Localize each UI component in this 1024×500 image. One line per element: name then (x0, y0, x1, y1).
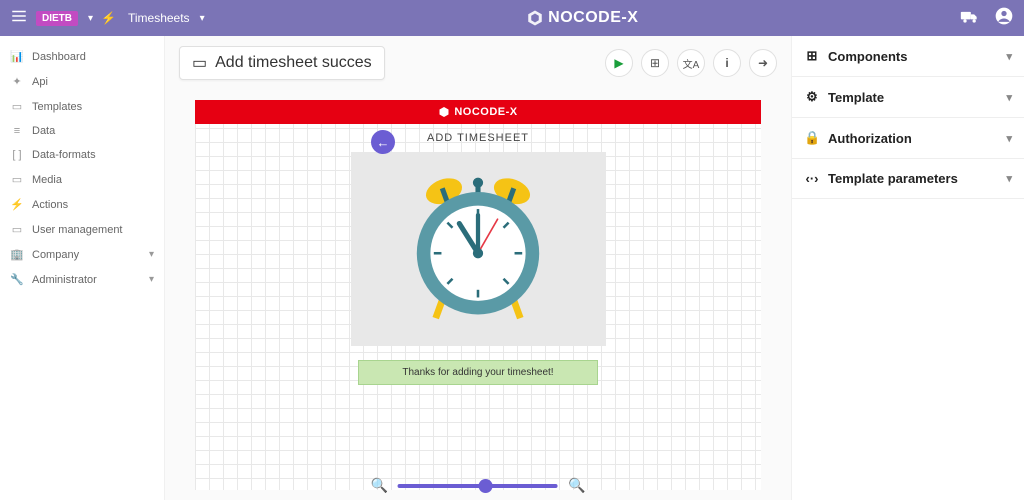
accordion-label: Template (828, 90, 884, 105)
params-icon: ‹·› (804, 171, 820, 186)
canvas-header: NOCODE-X (195, 100, 761, 124)
accordion-components[interactable]: ⊞ Components ▾ (792, 36, 1024, 77)
users-icon: ▭ (10, 223, 24, 236)
canvas-subtitle: ADD TIMESHEET (195, 124, 761, 152)
sidebar-item-user-management[interactable]: ▭ User management (0, 217, 164, 242)
breadcrumb-label[interactable]: Timesheets (128, 11, 190, 25)
components-icon: ⊞ (804, 48, 820, 64)
chevron-down-icon: ▾ (1006, 91, 1012, 104)
chevron-down-icon: ▾ (1006, 172, 1012, 185)
page-title: Add timesheet succes (215, 54, 372, 72)
brand: NOCODE-X (213, 9, 952, 27)
sidebar-item-media[interactable]: ▭ Media (0, 167, 164, 192)
page-title-chip[interactable]: ▭ Add timesheet succes (179, 46, 385, 80)
translate-button[interactable]: 文A (677, 49, 705, 77)
workspace-badge[interactable]: DIETB (36, 11, 78, 26)
sidebar-label: Data (32, 125, 55, 137)
brand-logo-small-icon (438, 106, 450, 118)
chevron-down-icon: ▾ (149, 274, 154, 285)
accordion-label: Template parameters (828, 171, 958, 186)
sidebar-label: User management (32, 224, 123, 236)
workspace-chevron-icon[interactable]: ▾ (88, 13, 93, 24)
zoom-bar: 🔍 🔍 (371, 477, 586, 494)
sidebar-item-data-formats[interactable]: [ ] Data-formats (0, 143, 164, 167)
sidebar-label: Templates (32, 101, 82, 113)
truck-icon[interactable] (960, 6, 980, 31)
canvas[interactable]: NOCODE-X ADD TIMESHEET ← (195, 100, 761, 490)
zoom-slider-thumb[interactable] (479, 479, 493, 493)
brand-text: NOCODE-X (548, 9, 638, 27)
alarm-clock-icon (393, 164, 563, 334)
zoom-out-icon[interactable]: 🔍 (371, 477, 388, 494)
right-panel: ⊞ Components ▾ ⚙ Template ▾ 🔒 Authorizat… (792, 36, 1024, 500)
breadcrumb-chevron-icon[interactable]: ▾ (200, 13, 205, 24)
sidebar-item-data[interactable]: ≡ Data (0, 119, 164, 143)
sidebar-item-dashboard[interactable]: 📊 Dashboard (0, 44, 164, 69)
sidebar-label: Data-formats (32, 149, 96, 161)
data-icon: ≡ (10, 125, 24, 137)
clock-card[interactable] (351, 152, 606, 346)
breadcrumb-icon: ⚡ (101, 11, 116, 25)
sidebar: 📊 Dashboard ✦ Api ▭ Templates ≡ Data [ ] Data… (0, 36, 165, 500)
back-button[interactable]: ← (371, 130, 395, 154)
sidebar-label: Actions (32, 199, 68, 211)
accordion-label: Components (828, 49, 907, 64)
api-icon: ✦ (10, 75, 24, 88)
admin-icon: 🔧 (10, 273, 24, 286)
accordion-authorization[interactable]: 🔒 Authorization ▾ (792, 118, 1024, 159)
sidebar-item-api[interactable]: ✦ Api (0, 69, 164, 94)
sidebar-label: Media (32, 174, 62, 186)
sidebar-item-company[interactable]: 🏢 Company ▾ (0, 242, 164, 267)
menu-icon[interactable] (10, 7, 28, 30)
zoom-slider[interactable] (398, 484, 558, 488)
sidebar-label: Api (32, 76, 48, 88)
chevron-down-icon: ▾ (1006, 50, 1012, 63)
sidebar-item-actions[interactable]: ⚡ Actions (0, 192, 164, 217)
actions-icon: ⚡ (10, 198, 24, 211)
accordion-template-parameters[interactable]: ‹·› Template parameters ▾ (792, 159, 1024, 199)
chevron-down-icon: ▾ (1006, 132, 1012, 145)
zoom-in-icon[interactable]: 🔍 (568, 477, 585, 494)
accordion-template[interactable]: ⚙ Template ▾ (792, 77, 1024, 118)
sidebar-item-templates[interactable]: ▭ Templates (0, 94, 164, 119)
company-icon: 🏢 (10, 248, 24, 261)
run-button[interactable]: ▶ (605, 49, 633, 77)
sidebar-label: Administrator (32, 274, 97, 286)
canvas-wrapper: NOCODE-X ADD TIMESHEET ← (195, 100, 761, 490)
main-area: ▭ Add timesheet succes ▶ ⊞ 文A i ➜ NOCODE… (165, 36, 792, 500)
sidebar-label: Dashboard (32, 51, 86, 63)
account-icon[interactable] (994, 6, 1014, 31)
dashboard-icon: 📊 (10, 50, 24, 63)
lock-icon: 🔒 (804, 130, 820, 146)
chevron-down-icon: ▾ (149, 249, 154, 260)
accordion-label: Authorization (828, 131, 912, 146)
canvas-header-text: NOCODE-X (454, 106, 517, 118)
tree-button[interactable]: ⊞ (641, 49, 669, 77)
template-icon: ⚙ (804, 89, 820, 105)
brand-logo-icon (526, 9, 544, 27)
more-button[interactable]: ➜ (749, 49, 777, 77)
formats-icon: [ ] (10, 149, 24, 161)
sidebar-item-administrator[interactable]: 🔧 Administrator ▾ (0, 267, 164, 292)
templates-icon: ▭ (10, 100, 24, 113)
success-banner[interactable]: Thanks for adding your timesheet! (358, 360, 598, 385)
topbar: DIETB ▾ ⚡ Timesheets ▾ NOCODE-X (0, 0, 1024, 36)
sidebar-label: Company (32, 249, 79, 261)
info-button[interactable]: i (713, 49, 741, 77)
page-icon: ▭ (192, 53, 207, 73)
media-icon: ▭ (10, 173, 24, 186)
main-toolbar: ▭ Add timesheet succes ▶ ⊞ 文A i ➜ (165, 36, 791, 90)
